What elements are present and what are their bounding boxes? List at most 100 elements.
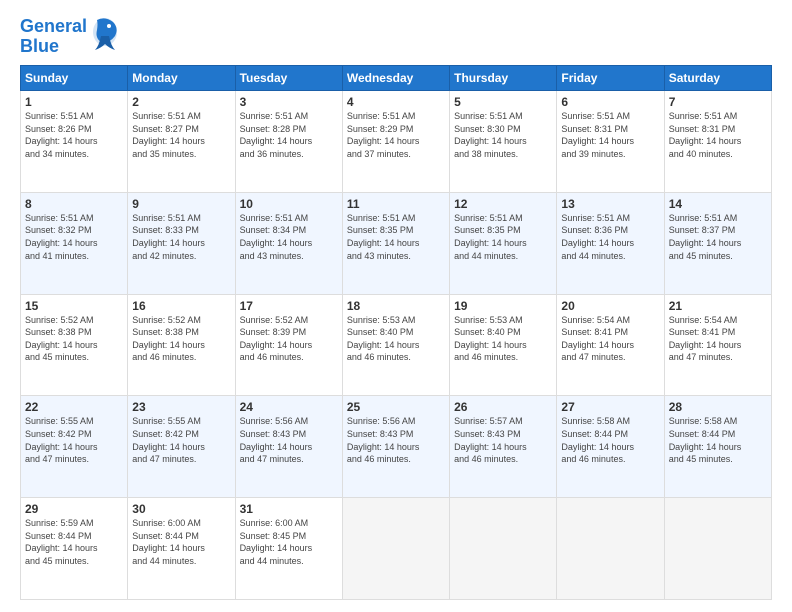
day-number: 5 <box>454 95 552 109</box>
day-info: Sunrise: 5:53 AM Sunset: 8:40 PM Dayligh… <box>347 314 445 364</box>
day-number: 14 <box>669 197 767 211</box>
calendar-week-row: 8Sunrise: 5:51 AM Sunset: 8:32 PM Daylig… <box>21 192 772 294</box>
day-info: Sunrise: 6:00 AM Sunset: 8:45 PM Dayligh… <box>240 517 338 567</box>
day-number: 31 <box>240 502 338 516</box>
calendar-day-cell: 19Sunrise: 5:53 AM Sunset: 8:40 PM Dayli… <box>450 294 557 396</box>
logo-text2: Blue <box>20 37 87 57</box>
day-info: Sunrise: 5:51 AM Sunset: 8:34 PM Dayligh… <box>240 212 338 262</box>
weekday-header: Tuesday <box>235 66 342 91</box>
day-info: Sunrise: 5:57 AM Sunset: 8:43 PM Dayligh… <box>454 415 552 465</box>
day-info: Sunrise: 5:54 AM Sunset: 8:41 PM Dayligh… <box>561 314 659 364</box>
calendar-day-cell: 11Sunrise: 5:51 AM Sunset: 8:35 PM Dayli… <box>342 192 449 294</box>
calendar-week-row: 1Sunrise: 5:51 AM Sunset: 8:26 PM Daylig… <box>21 91 772 193</box>
day-info: Sunrise: 5:51 AM Sunset: 8:28 PM Dayligh… <box>240 110 338 160</box>
day-number: 17 <box>240 299 338 313</box>
day-info: Sunrise: 5:51 AM Sunset: 8:37 PM Dayligh… <box>669 212 767 262</box>
day-info: Sunrise: 5:51 AM Sunset: 8:27 PM Dayligh… <box>132 110 230 160</box>
day-info: Sunrise: 5:51 AM Sunset: 8:30 PM Dayligh… <box>454 110 552 160</box>
day-info: Sunrise: 5:55 AM Sunset: 8:42 PM Dayligh… <box>132 415 230 465</box>
day-number: 6 <box>561 95 659 109</box>
calendar-day-cell: 9Sunrise: 5:51 AM Sunset: 8:33 PM Daylig… <box>128 192 235 294</box>
calendar-day-cell: 7Sunrise: 5:51 AM Sunset: 8:31 PM Daylig… <box>664 91 771 193</box>
day-info: Sunrise: 5:51 AM Sunset: 8:35 PM Dayligh… <box>347 212 445 262</box>
day-info: Sunrise: 5:56 AM Sunset: 8:43 PM Dayligh… <box>240 415 338 465</box>
day-number: 22 <box>25 400 123 414</box>
calendar-day-cell: 8Sunrise: 5:51 AM Sunset: 8:32 PM Daylig… <box>21 192 128 294</box>
day-info: Sunrise: 5:51 AM Sunset: 8:36 PM Dayligh… <box>561 212 659 262</box>
calendar-day-cell: 30Sunrise: 6:00 AM Sunset: 8:44 PM Dayli… <box>128 498 235 600</box>
day-number: 8 <box>25 197 123 211</box>
calendar-day-cell: 2Sunrise: 5:51 AM Sunset: 8:27 PM Daylig… <box>128 91 235 193</box>
day-number: 30 <box>132 502 230 516</box>
weekday-header: Sunday <box>21 66 128 91</box>
logo-bird-icon <box>91 16 119 57</box>
day-number: 28 <box>669 400 767 414</box>
day-number: 18 <box>347 299 445 313</box>
calendar-day-cell: 3Sunrise: 5:51 AM Sunset: 8:28 PM Daylig… <box>235 91 342 193</box>
calendar-day-cell: 5Sunrise: 5:51 AM Sunset: 8:30 PM Daylig… <box>450 91 557 193</box>
weekday-header: Wednesday <box>342 66 449 91</box>
calendar-day-cell: 21Sunrise: 5:54 AM Sunset: 8:41 PM Dayli… <box>664 294 771 396</box>
day-number: 29 <box>25 502 123 516</box>
calendar-day-cell: 13Sunrise: 5:51 AM Sunset: 8:36 PM Dayli… <box>557 192 664 294</box>
calendar-day-cell: 27Sunrise: 5:58 AM Sunset: 8:44 PM Dayli… <box>557 396 664 498</box>
day-number: 1 <box>25 95 123 109</box>
day-number: 3 <box>240 95 338 109</box>
day-info: Sunrise: 5:51 AM Sunset: 8:31 PM Dayligh… <box>561 110 659 160</box>
calendar-week-row: 22 Sunrise: 5:55 AM Sunset: 8:42 PM Dayli… <box>21 396 772 498</box>
page: General Blue SundayMondayTue <box>0 0 792 612</box>
calendar-day-cell: 24Sunrise: 5:56 AM Sunset: 8:43 PM Dayli… <box>235 396 342 498</box>
day-info: Sunrise: 5:51 AM Sunset: 8:35 PM Dayligh… <box>454 212 552 262</box>
calendar-day-cell: 14Sunrise: 5:51 AM Sunset: 8:37 PM Dayli… <box>664 192 771 294</box>
day-number: 27 <box>561 400 659 414</box>
calendar-week-row: 15Sunrise: 5:52 AM Sunset: 8:38 PM Dayli… <box>21 294 772 396</box>
day-number: 13 <box>561 197 659 211</box>
day-number: 19 <box>454 299 552 313</box>
day-number: 21 <box>669 299 767 313</box>
calendar-day-cell: 22Sunrise: 5:55 AM Sunset: 8:42 PM Dayli… <box>21 396 128 498</box>
day-info: Sunrise: 5:51 AM Sunset: 8:31 PM Dayligh… <box>669 110 767 160</box>
calendar-day-cell <box>664 498 771 600</box>
logo: General Blue <box>20 16 119 57</box>
day-number: 10 <box>240 197 338 211</box>
weekday-header: Friday <box>557 66 664 91</box>
day-number: 23 <box>132 400 230 414</box>
day-info: Sunrise: 5:51 AM Sunset: 8:33 PM Dayligh… <box>132 212 230 262</box>
calendar-day-cell: 23Sunrise: 5:55 AM Sunset: 8:42 PM Dayli… <box>128 396 235 498</box>
day-number: 2 <box>132 95 230 109</box>
day-info: Sunrise: 5:52 AM Sunset: 8:39 PM Dayligh… <box>240 314 338 364</box>
day-info: Sunrise: 5:52 AM Sunset: 8:38 PM Dayligh… <box>25 314 123 364</box>
day-info: Sunrise: 5:58 AM Sunset: 8:44 PM Dayligh… <box>561 415 659 465</box>
calendar-week-row: 29Sunrise: 5:59 AM Sunset: 8:44 PM Dayli… <box>21 498 772 600</box>
calendar-day-cell: 1Sunrise: 5:51 AM Sunset: 8:26 PM Daylig… <box>21 91 128 193</box>
calendar-day-cell: 29Sunrise: 5:59 AM Sunset: 8:44 PM Dayli… <box>21 498 128 600</box>
calendar-day-cell: 4Sunrise: 5:51 AM Sunset: 8:29 PM Daylig… <box>342 91 449 193</box>
day-info: Sunrise: 5:58 AM Sunset: 8:44 PM Dayligh… <box>669 415 767 465</box>
calendar-day-cell: 17Sunrise: 5:52 AM Sunset: 8:39 PM Dayli… <box>235 294 342 396</box>
day-number: 15 <box>25 299 123 313</box>
calendar-day-cell: 20Sunrise: 5:54 AM Sunset: 8:41 PM Dayli… <box>557 294 664 396</box>
calendar-header-row: SundayMondayTuesdayWednesdayThursdayFrid… <box>21 66 772 91</box>
day-number: 7 <box>669 95 767 109</box>
day-number: 16 <box>132 299 230 313</box>
calendar-table: SundayMondayTuesdayWednesdayThursdayFrid… <box>20 65 772 600</box>
day-number: 24 <box>240 400 338 414</box>
calendar-day-cell: 12Sunrise: 5:51 AM Sunset: 8:35 PM Dayli… <box>450 192 557 294</box>
day-info: Sunrise: 5:51 AM Sunset: 8:29 PM Dayligh… <box>347 110 445 160</box>
day-number: 11 <box>347 197 445 211</box>
calendar-day-cell: 16Sunrise: 5:52 AM Sunset: 8:38 PM Dayli… <box>128 294 235 396</box>
day-number: 26 <box>454 400 552 414</box>
day-number: 4 <box>347 95 445 109</box>
day-number: 12 <box>454 197 552 211</box>
day-info: Sunrise: 5:51 AM Sunset: 8:32 PM Dayligh… <box>25 212 123 262</box>
calendar-day-cell: 10Sunrise: 5:51 AM Sunset: 8:34 PM Dayli… <box>235 192 342 294</box>
calendar-day-cell <box>342 498 449 600</box>
calendar-day-cell: 25Sunrise: 5:56 AM Sunset: 8:43 PM Dayli… <box>342 396 449 498</box>
weekday-header: Saturday <box>664 66 771 91</box>
day-number: 20 <box>561 299 659 313</box>
calendar-day-cell: 15Sunrise: 5:52 AM Sunset: 8:38 PM Dayli… <box>21 294 128 396</box>
day-info: Sunrise: 5:59 AM Sunset: 8:44 PM Dayligh… <box>25 517 123 567</box>
logo-text: General <box>20 17 87 37</box>
day-number: 25 <box>347 400 445 414</box>
calendar-day-cell: 18Sunrise: 5:53 AM Sunset: 8:40 PM Dayli… <box>342 294 449 396</box>
